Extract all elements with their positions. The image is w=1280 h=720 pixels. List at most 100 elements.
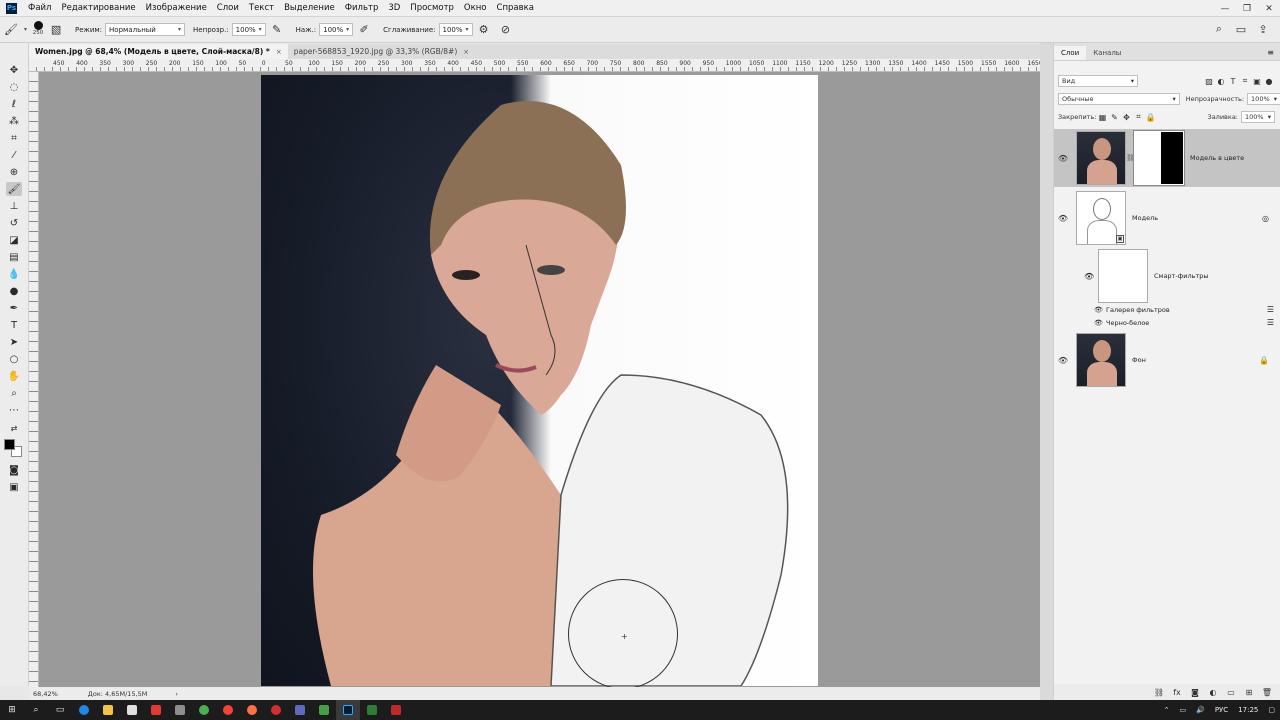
status-arrow-icon[interactable]: ›: [175, 690, 178, 698]
fx-icon[interactable]: fx: [1171, 686, 1183, 698]
close-icon[interactable]: ×: [463, 48, 469, 56]
layer-row-background[interactable]: 👁 Фон 🔒: [1054, 332, 1280, 388]
task-view-icon[interactable]: ▭: [48, 700, 72, 720]
new-group-icon[interactable]: ▭: [1225, 686, 1237, 698]
tab-women-jpg[interactable]: Women.jpg @ 68,4% (Модель в цвете, Слой-…: [29, 44, 288, 59]
firefox-icon[interactable]: [240, 700, 264, 720]
layer-opacity-field[interactable]: 100% ▾: [1247, 93, 1280, 105]
tray-chevron-icon[interactable]: ⌃: [1164, 706, 1170, 714]
brush-settings-icon[interactable]: ▧: [48, 22, 64, 38]
screenshot-tool-icon[interactable]: [168, 700, 192, 720]
menu-item[interactable]: 3D: [383, 3, 405, 13]
marquee-tool-icon[interactable]: ◌: [6, 80, 22, 94]
move-tool-icon[interactable]: ✥: [6, 63, 22, 77]
chrome-icon[interactable]: [192, 700, 216, 720]
clock[interactable]: 17:25: [1238, 706, 1258, 714]
filter-options-icon[interactable]: ☰: [1267, 318, 1274, 327]
lock-artboard-icon[interactable]: ⌗: [1132, 111, 1144, 123]
quick-selection-tool-icon[interactable]: ⁂: [6, 114, 22, 128]
layer-filter-select[interactable]: Вид ▾: [1058, 75, 1138, 87]
shape-tool-icon[interactable]: ○: [6, 352, 22, 366]
share-icon[interactable]: ⇪: [1255, 21, 1271, 37]
app-green-icon[interactable]: [312, 700, 336, 720]
eyedropper-tool-icon[interactable]: ⁄: [6, 148, 22, 162]
layer-name[interactable]: Модель в цвете: [1190, 154, 1244, 162]
smoothing-field[interactable]: 100% ▾: [438, 23, 473, 36]
search-icon[interactable]: ⌕: [24, 700, 48, 720]
filter-row-bw[interactable]: 👁 Черно-белое ☰: [1094, 318, 1274, 327]
pressure-size-icon[interactable]: ⊘: [498, 22, 514, 38]
lock-all-icon[interactable]: 🔒: [1144, 111, 1156, 123]
brush-tool-preset-icon[interactable]: 🖌: [3, 22, 19, 38]
dodge-tool-icon[interactable]: ●: [6, 284, 22, 298]
close-window-button[interactable]: ✕: [1258, 0, 1280, 17]
document-canvas[interactable]: [261, 75, 818, 686]
recorder-icon[interactable]: [384, 700, 408, 720]
eye-icon[interactable]: 👁: [1054, 356, 1072, 365]
brush-size-picker[interactable]: 250: [31, 20, 45, 40]
menu-item[interactable]: Выделение: [279, 3, 340, 13]
menu-item[interactable]: Редактирование: [56, 3, 140, 13]
layer-name[interactable]: Модель: [1132, 214, 1158, 222]
gear-icon[interactable]: ⚙: [476, 22, 492, 38]
tab-layers[interactable]: Слои: [1054, 46, 1087, 60]
swap-colors-icon[interactable]: ⇄: [6, 421, 22, 435]
filter-name[interactable]: Черно-белое: [1106, 319, 1149, 327]
blur-tool-icon[interactable]: 💧: [6, 267, 22, 281]
eye-icon[interactable]: 👁: [1094, 306, 1106, 314]
smart-filters-row[interactable]: 👁 Смарт-фильтры: [1084, 249, 1209, 303]
language-indicator[interactable]: РУС: [1215, 706, 1228, 714]
camtasia-icon[interactable]: [360, 700, 384, 720]
path-selection-tool-icon[interactable]: ➤: [6, 335, 22, 349]
photoshop-taskbar-icon[interactable]: [336, 700, 360, 720]
lock-pixels-icon[interactable]: ✎: [1108, 111, 1120, 123]
opera-icon[interactable]: [264, 700, 288, 720]
blend-mode-select[interactable]: Обычные ▾: [1058, 93, 1180, 105]
filter-name[interactable]: Галерея фильтров: [1106, 306, 1170, 314]
menu-item[interactable]: Фильтр: [340, 3, 384, 13]
zoom-tool-icon[interactable]: ⌕: [6, 386, 22, 400]
lasso-tool-icon[interactable]: ℓ: [6, 97, 22, 111]
foreground-color-swatch[interactable]: [4, 439, 15, 450]
store-icon[interactable]: [120, 700, 144, 720]
more-tools-icon[interactable]: ⋯: [6, 403, 22, 417]
lock-transparent-icon[interactable]: ▦: [1096, 111, 1108, 123]
chevron-down-icon[interactable]: ▾: [24, 26, 27, 33]
eye-icon[interactable]: 👁: [1084, 272, 1098, 281]
layer-name[interactable]: Фон: [1132, 356, 1146, 364]
opacity-field[interactable]: 100% ▾: [231, 23, 266, 36]
layer-row-model[interactable]: 👁 ▣ Модель ◎: [1054, 189, 1280, 247]
hand-tool-icon[interactable]: ✋: [6, 369, 22, 383]
yandex-icon[interactable]: [216, 700, 240, 720]
layer-row-model-color[interactable]: 👁 ⛓ Модель в цвете: [1054, 129, 1280, 187]
airbrush-icon[interactable]: ✐: [356, 22, 372, 38]
new-layer-icon[interactable]: ⊞: [1243, 686, 1255, 698]
search-icon[interactable]: ⌕: [1211, 21, 1227, 37]
brush-tool-icon[interactable]: 🖌: [6, 182, 22, 196]
filter-toggle-icon[interactable]: ●: [1263, 75, 1275, 87]
menu-item[interactable]: Справка: [492, 3, 539, 13]
workspace-icon[interactable]: ▭: [1233, 21, 1249, 37]
fill-field[interactable]: 100% ▾: [1241, 111, 1275, 123]
quick-mask-icon[interactable]: ◙: [6, 463, 22, 477]
canvas-area[interactable]: +: [39, 72, 1040, 687]
panel-menu-icon[interactable]: ≡: [1267, 48, 1274, 60]
crop-tool-icon[interactable]: ⌗: [6, 131, 22, 145]
filter-row-gallery[interactable]: 👁 Галерея фильтров ☰: [1094, 305, 1274, 314]
file-explorer-icon[interactable]: [96, 700, 120, 720]
app-blue-icon[interactable]: [288, 700, 312, 720]
mode-select[interactable]: Нормальный ▾: [105, 23, 186, 36]
menu-item[interactable]: Просмотр: [405, 3, 459, 13]
maximize-button[interactable]: ❐: [1236, 0, 1258, 17]
eye-icon[interactable]: 👁: [1094, 319, 1106, 327]
flow-field[interactable]: 100% ▾: [319, 23, 354, 36]
trash-icon[interactable]: 🗑: [1261, 686, 1273, 698]
menu-item[interactable]: Текст: [244, 3, 279, 13]
pressure-opacity-icon[interactable]: ✎: [269, 22, 285, 38]
minimize-button[interactable]: —: [1214, 0, 1236, 17]
pen-tool-icon[interactable]: ✒: [6, 301, 22, 315]
app-red-icon[interactable]: [144, 700, 168, 720]
shape-filter-icon[interactable]: ⌗: [1239, 75, 1251, 87]
type-filter-icon[interactable]: T: [1227, 75, 1239, 87]
menu-item[interactable]: Изображение: [141, 3, 212, 13]
